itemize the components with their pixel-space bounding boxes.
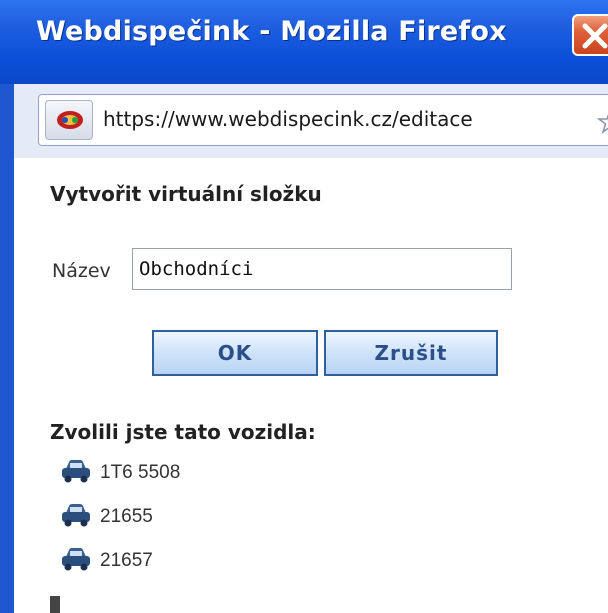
dialog-content: Vytvořit virtuální složku Název OK Zruši… xyxy=(14,158,608,613)
browser-window: Webdispečink - Mozilla Firefox https://w… xyxy=(0,0,608,613)
close-icon xyxy=(582,23,608,49)
url-text[interactable]: https://www.webdispecink.cz/editace xyxy=(103,107,473,131)
window-title: Webdispečink - Mozilla Firefox xyxy=(36,16,507,47)
dialog-heading: Vytvořit virtuální složku xyxy=(50,182,322,206)
car-icon xyxy=(62,548,90,571)
vehicle-plate: 1T6 5508 xyxy=(100,462,181,483)
car-icon xyxy=(62,504,90,527)
close-button[interactable] xyxy=(572,14,608,56)
selected-vehicles-title: Zvolili jste tato vozidla: xyxy=(50,420,316,444)
window-border xyxy=(0,84,14,613)
url-bar: https://www.webdispecink.cz/editace xyxy=(14,84,608,158)
name-input[interactable] xyxy=(132,248,512,290)
vehicle-plate: 21657 xyxy=(100,550,153,571)
truncated-content xyxy=(50,596,60,613)
name-label: Název xyxy=(52,260,111,282)
cancel-button[interactable]: Zrušit xyxy=(324,330,498,376)
car-icon xyxy=(62,460,90,483)
vehicle-plate: 21655 xyxy=(100,506,153,527)
title-bar[interactable]: Webdispečink - Mozilla Firefox xyxy=(0,0,608,84)
address-field[interactable]: https://www.webdispecink.cz/editace xyxy=(38,94,608,146)
ok-button[interactable]: OK xyxy=(152,330,318,376)
site-identity-icon[interactable] xyxy=(45,100,93,140)
star-icon[interactable] xyxy=(597,109,608,135)
